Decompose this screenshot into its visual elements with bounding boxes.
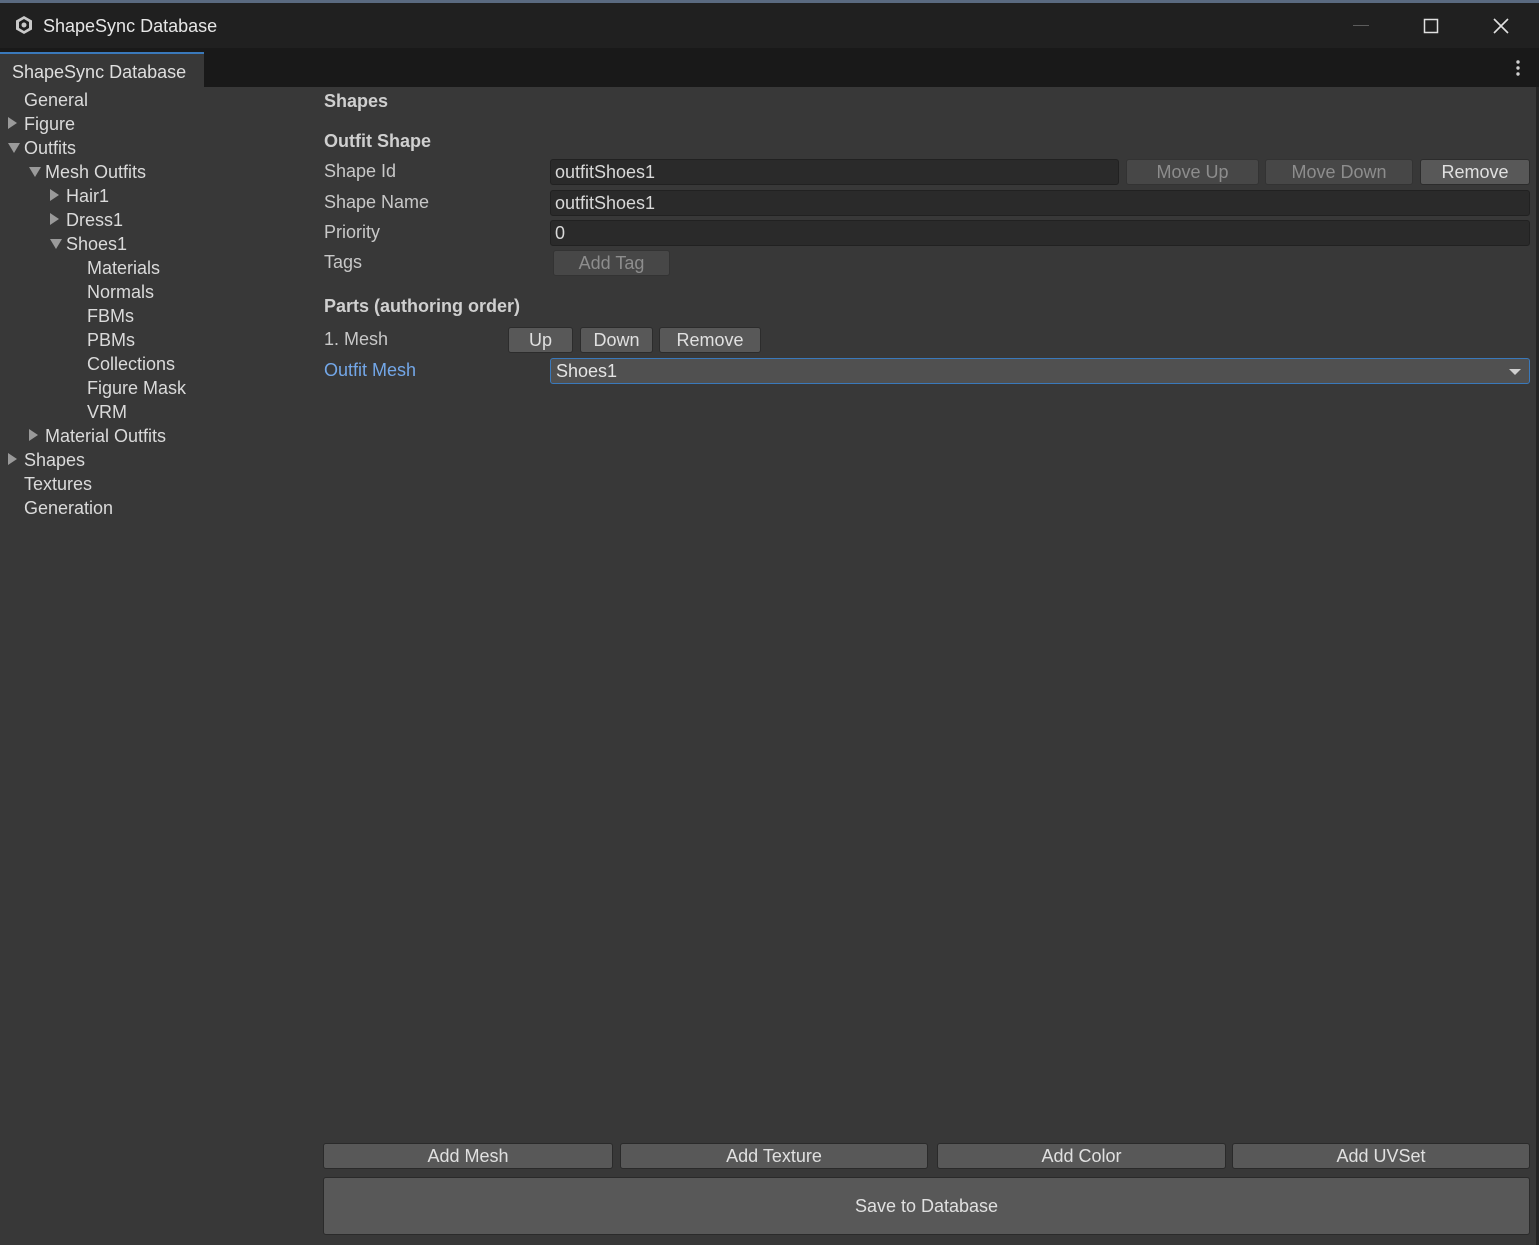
minimize-button[interactable] [1326,3,1396,48]
collapsed-arrow-icon[interactable] [8,453,17,465]
tree-item-label: Figure [24,114,76,134]
part-up-button[interactable]: Up [508,327,573,353]
shape-name-label: Shape Name [324,192,430,212]
part-remove-button[interactable]: Remove [659,327,761,353]
maximize-icon [1423,18,1439,33]
tree-item-label: Shoes1 [66,234,128,254]
tab-shapesync-database[interactable]: ShapeSync Database [0,52,204,87]
chevron-down-icon [1509,369,1521,375]
tab-strip: ShapeSync Database [0,48,1539,87]
tree-item-label: Figure Mask [87,378,187,398]
collapsed-arrow-icon[interactable] [8,117,17,129]
add-color-button[interactable]: Add Color [937,1143,1226,1169]
tree-item-label: Hair1 [66,186,110,206]
shape-id-label: Shape Id [324,161,397,181]
tree-item-label: Textures [24,474,93,494]
tree-item-label: VRM [87,402,127,422]
more-options-icon[interactable] [1508,58,1528,78]
expanded-arrow-icon[interactable] [8,143,20,153]
tree-item-label: General [24,90,89,110]
tags-label: Tags [324,252,363,272]
part-item-label: 1. Mesh [324,329,389,349]
part-down-button[interactable]: Down [580,327,653,353]
collapsed-arrow-icon[interactable] [50,213,59,225]
minimize-icon [1353,25,1369,26]
outfit-mesh-dropdown[interactable]: Shoes1 [550,358,1530,384]
move-up-button[interactable]: Move Up [1126,159,1259,185]
outfit-mesh-value: Shoes1 [556,361,618,381]
tree-item-label: Dress1 [66,210,124,230]
expanded-arrow-icon[interactable] [29,167,41,177]
window-title: ShapeSync Database [43,16,218,36]
save-to-database-button[interactable]: Save to Database [323,1177,1530,1235]
priority-input[interactable]: 0 [550,220,1530,246]
shape-id-input[interactable]: outfitShoes1 [550,159,1119,185]
collapsed-arrow-icon[interactable] [29,429,38,441]
remove-shape-button[interactable]: Remove [1420,159,1530,185]
tree-item-label: Collections [87,354,176,374]
add-texture-button[interactable]: Add Texture [620,1143,928,1169]
move-down-button[interactable]: Move Down [1265,159,1413,185]
tree-item-label: Normals [87,282,155,302]
parts-heading: Parts (authoring order) [324,296,521,316]
add-tag-button[interactable]: Add Tag [553,250,670,276]
expanded-arrow-icon[interactable] [50,239,62,249]
tree-item-label: Mesh Outfits [45,162,147,182]
tree-item-label: Shapes [24,450,86,470]
priority-label: Priority [324,222,381,242]
maximize-button[interactable] [1396,3,1466,48]
outfit-mesh-label: Outfit Mesh [324,360,417,380]
close-button[interactable] [1466,3,1536,48]
tree-item-label: PBMs [87,330,136,350]
tree-item-label: Material Outfits [45,426,167,446]
tree-item-label: FBMs [87,306,134,326]
window-titlebar: ShapeSync Database [0,0,1539,48]
add-uvset-button[interactable]: Add UVSet [1232,1143,1530,1169]
tree-item-label: Generation [24,498,114,518]
shape-name-input[interactable]: outfitShoes1 [550,190,1530,216]
section-title: Shapes [324,91,389,111]
tree-item-label: Outfits [24,138,77,158]
collapsed-arrow-icon[interactable] [50,189,59,201]
outfit-shape-heading: Outfit Shape [324,131,431,151]
unity-cube-icon [16,16,32,34]
add-mesh-button[interactable]: Add Mesh [323,1143,613,1169]
close-icon [1493,17,1509,34]
tree-item-label: Materials [87,258,161,278]
